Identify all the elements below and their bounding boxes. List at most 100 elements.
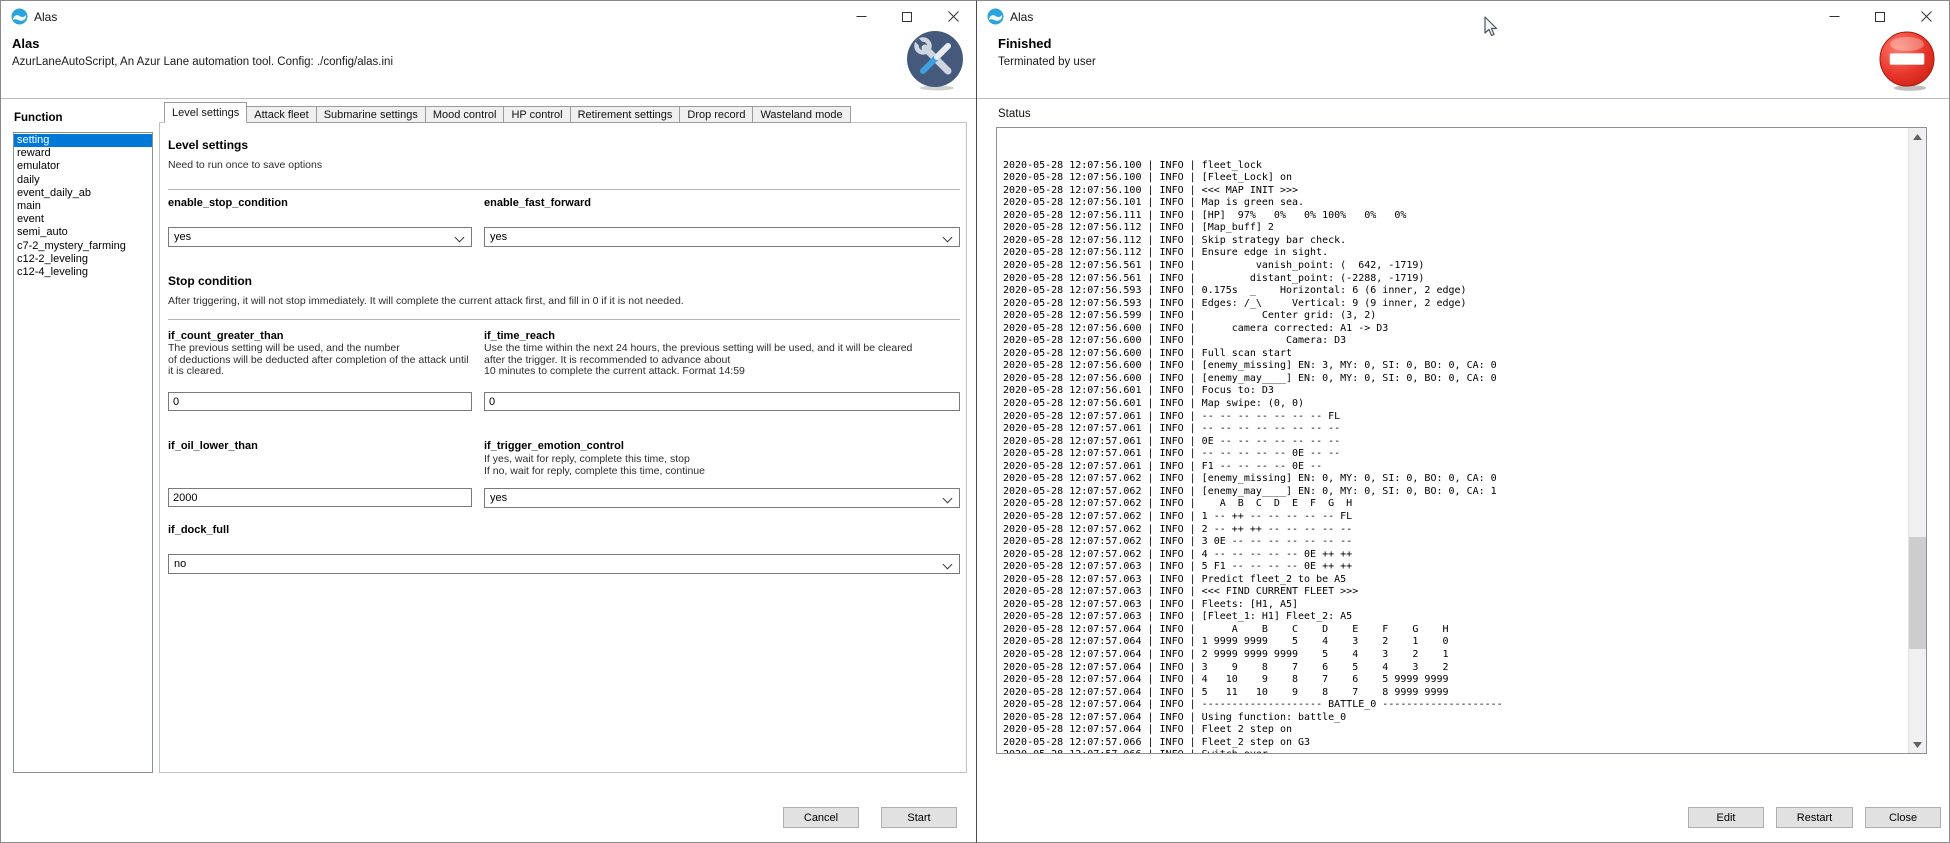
enable-stop-condition-dropdown[interactable]: yes [168, 227, 472, 247]
level-settings-panel: Level settings Need to run once to save … [159, 122, 967, 773]
function-item-c7-2-mystery-farming[interactable]: c7-2_mystery_farming [14, 240, 152, 253]
log-line: 2020-05-28 12:07:57.062 | INFO | [enemy_… [1003, 473, 1503, 486]
log-line: 2020-05-28 12:07:57.064 | INFO | 2 9999 … [1003, 649, 1503, 662]
if-trigger-emotion-control-dropdown[interactable]: yes [484, 488, 960, 508]
if-trigger-emotion-control-desc: If yes, wait for reply, complete this ti… [484, 454, 958, 477]
function-item-c12-2-leveling[interactable]: c12-2_leveling [14, 253, 152, 266]
log-line: 2020-05-28 12:07:56.600 | INFO | camera … [1003, 323, 1503, 336]
if-time-reach-input[interactable] [484, 392, 960, 411]
function-item-event-daily-ab[interactable]: event_daily_ab [14, 187, 152, 200]
cancel-button[interactable]: Cancel [783, 807, 859, 828]
function-item-daily[interactable]: daily [14, 174, 152, 187]
maximize-button[interactable] [884, 1, 930, 32]
tab-attack-fleet[interactable]: Attack fleet [247, 106, 316, 123]
tab-wasteland-mode[interactable]: Wasteland mode [753, 106, 850, 123]
function-item-c12-4-leveling[interactable]: c12-4_leveling [14, 266, 152, 279]
function-item-main[interactable]: main [14, 200, 152, 213]
close-button[interactable] [1903, 1, 1949, 32]
alas-log-window: Alas Finished Terminated by user [976, 0, 1950, 843]
if-dock-full-dropdown[interactable]: no [168, 554, 960, 574]
if-trigger-emotion-control-label: if_trigger_emotion_control [484, 440, 624, 452]
run-status-title: Finished [998, 36, 1051, 51]
log-line: 2020-05-28 12:07:56.600 | INFO | [enemy_… [1003, 360, 1503, 373]
dropdown-value: yes [490, 231, 507, 243]
edit-button[interactable]: Edit [1688, 807, 1764, 828]
tab-level-settings[interactable]: Level settings [164, 102, 247, 123]
screen: Alas Alas AzurLaneAutoScript, An Azur La… [0, 0, 1950, 843]
log-line: 2020-05-28 12:07:57.064 | INFO | Using f… [1003, 712, 1503, 725]
mouse-cursor [1481, 15, 1499, 39]
maximize-button[interactable] [1857, 1, 1903, 32]
log-output[interactable]: 2020-05-28 12:07:56.100 | INFO | fleet_l… [996, 127, 1927, 754]
function-item-semi-auto[interactable]: semi_auto [14, 226, 152, 239]
log-line: 2020-05-28 12:07:57.062 | INFO | 2 -- ++… [1003, 524, 1503, 537]
titlebar[interactable]: Alas [977, 1, 1949, 32]
if-oil-lower-than-input[interactable] [168, 488, 472, 507]
log-line: 2020-05-28 12:07:57.064 | INFO | -------… [1003, 699, 1503, 712]
alas-app-icon [987, 8, 1004, 25]
log-line: 2020-05-28 12:07:56.100 | INFO | <<< MAP… [1003, 185, 1503, 198]
if-time-reach-desc: Use the time within the next 24 hours, t… [484, 343, 958, 378]
tab-hp-control[interactable]: HP control [504, 106, 570, 123]
log-line: 2020-05-28 12:07:56.101 | INFO | Map is … [1003, 197, 1503, 210]
dropdown-value: no [174, 558, 186, 570]
log-line: 2020-05-28 12:07:57.064 | INFO | 4 10 9 … [1003, 674, 1503, 687]
log-line: 2020-05-28 12:07:57.062 | INFO | 1 -- ++… [1003, 511, 1503, 524]
window-title: Alas [1010, 10, 1033, 24]
dropdown-value: yes [174, 231, 191, 243]
separator [168, 319, 960, 320]
function-item-emulator[interactable]: emulator [14, 160, 152, 173]
restart-button[interactable]: Restart [1776, 807, 1853, 828]
log-line: 2020-05-28 12:07:56.111 | INFO | [HP] 97… [1003, 210, 1503, 223]
log-line: 2020-05-28 12:07:56.112 | INFO | [Map_bu… [1003, 222, 1503, 235]
log-line: 2020-05-28 12:07:56.601 | INFO | Focus t… [1003, 385, 1503, 398]
log-line: 2020-05-28 12:07:56.593 | INFO | Edges: … [1003, 298, 1503, 311]
function-item-event[interactable]: event [14, 213, 152, 226]
log-line: 2020-05-28 12:07:57.064 | INFO | 3 9 8 7… [1003, 662, 1503, 675]
titlebar[interactable]: Alas [1, 1, 976, 32]
log-scrollbar[interactable] [1908, 128, 1926, 753]
minimize-button[interactable] [1811, 1, 1857, 32]
log-line: 2020-05-28 12:07:57.062 | INFO | [enemy_… [1003, 486, 1503, 499]
log-lines: 2020-05-28 12:07:56.100 | INFO | fleet_l… [1003, 127, 1503, 754]
close-button[interactable] [930, 1, 976, 32]
log-line: 2020-05-28 12:07:56.100 | INFO | [Fleet_… [1003, 172, 1503, 185]
function-item-setting[interactable]: setting [14, 134, 152, 147]
tab-submarine-settings[interactable]: Submarine settings [317, 106, 426, 123]
if-dock-full-label: if_dock_full [168, 524, 229, 536]
scroll-up-icon[interactable] [1909, 128, 1926, 145]
scroll-down-icon[interactable] [1909, 736, 1926, 753]
function-item-reward[interactable]: reward [14, 147, 152, 160]
tab-retirement-settings[interactable]: Retirement settings [571, 106, 681, 123]
log-line: 2020-05-28 12:07:57.063 | INFO | Predict… [1003, 574, 1503, 587]
log-line: 2020-05-28 12:07:56.600 | INFO | Full sc… [1003, 348, 1503, 361]
scrollbar-thumb[interactable] [1909, 537, 1926, 649]
function-list-label: Function [14, 112, 63, 124]
page-title: Alas [12, 36, 39, 51]
if-oil-lower-than-label: if_oil_lower_than [168, 440, 258, 452]
minimize-button[interactable] [838, 1, 884, 32]
tab-mood-control[interactable]: Mood control [426, 106, 505, 123]
no-entry-badge-icon [1879, 31, 1937, 91]
start-button[interactable]: Start [881, 807, 957, 828]
function-listbox[interactable]: settingrewardemulatordailyevent_daily_ab… [13, 132, 153, 773]
header-divider-highlight [977, 99, 1949, 100]
dropdown-value: yes [490, 492, 507, 504]
if-count-greater-than-input[interactable] [168, 392, 472, 411]
log-line: 2020-05-28 12:07:56.100 | INFO | fleet_l… [1003, 160, 1503, 173]
log-line: 2020-05-28 12:07:56.601 | INFO | Map swi… [1003, 398, 1503, 411]
log-line: 2020-05-28 12:07:57.064 | INFO | Fleet 2… [1003, 724, 1503, 737]
tab-drop-record[interactable]: Drop record [680, 106, 753, 123]
log-line: 2020-05-28 12:07:56.600 | INFO | Camera:… [1003, 335, 1503, 348]
section-title-level-settings: Level settings [168, 138, 248, 152]
enable-fast-forward-dropdown[interactable]: yes [484, 227, 960, 247]
chevron-down-icon [455, 233, 465, 243]
enable-fast-forward-label: enable_fast_forward [484, 197, 591, 209]
log-line: 2020-05-28 12:07:57.066 | INFO | Fleet_2… [1003, 737, 1503, 750]
log-line: 2020-05-28 12:07:56.600 | INFO | [enemy_… [1003, 373, 1503, 386]
close-window-button[interactable]: Close [1865, 807, 1941, 828]
window-title: Alas [34, 10, 57, 24]
if-time-reach-label: if_time_reach [484, 330, 555, 342]
log-line: 2020-05-28 12:07:56.561 | INFO | distant… [1003, 273, 1503, 286]
log-line: 2020-05-28 12:07:57.066 | INFO | Switch … [1003, 749, 1503, 754]
